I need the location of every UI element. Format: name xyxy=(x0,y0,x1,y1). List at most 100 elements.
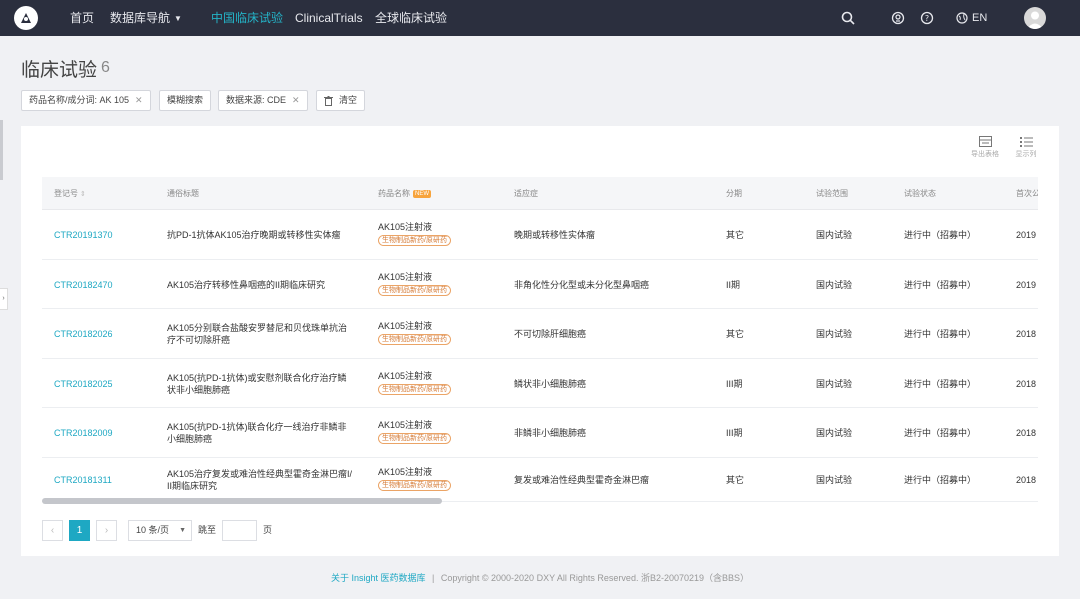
top-nav: 首页 数据库导航 ▼ 中国临床试验 ClinicalTrials 全球临床试验 ?… xyxy=(0,0,1080,36)
drug-type-tag: 生物制品新药/原研药 xyxy=(378,284,451,296)
side-expand-handle[interactable]: › xyxy=(0,288,8,310)
col-header-indication: 适应症 xyxy=(514,189,538,198)
trial-title-line: II期临床研究 xyxy=(167,481,218,491)
trial-title-line: 小细胞肺癌 xyxy=(167,434,213,444)
chevron-down-icon: ▼ xyxy=(179,527,186,534)
drug-type-tag: 生物制品新药/原研药 xyxy=(378,383,451,395)
close-icon[interactable]: ✕ xyxy=(292,95,300,105)
filter-chip-drug[interactable]: 药品名称/成分词: AK 105 ✕ xyxy=(21,90,151,111)
filter-source-label: 数据来源: CDE xyxy=(226,95,287,105)
search-icon[interactable] xyxy=(841,11,855,25)
filter-chip-fuzzy[interactable]: 模糊搜索 xyxy=(159,90,212,111)
drug-name: AK105注射液 xyxy=(378,321,433,331)
about-link[interactable]: 关于 Insight 医药数据库 xyxy=(331,573,426,583)
table-row[interactable]: CTR20181311 AK105治疗复发或难治性经典型霍奇金淋巴瘤I/II期临床… xyxy=(42,458,1038,502)
clear-filters-button[interactable]: 清空 xyxy=(316,90,366,111)
trash-icon xyxy=(324,95,333,106)
trial-status: 进行中（招募中） xyxy=(904,230,977,240)
filter-drug-label: 药品名称/成分词: AK 105 xyxy=(29,95,130,105)
drug-cell: AK105注射液生物制品新药/原研药 xyxy=(378,272,451,296)
indication: 复发或难治性经典型霍奇金淋巴瘤 xyxy=(514,475,650,485)
drug-name: AK105注射液 xyxy=(378,271,433,282)
nav-clinicaltrials[interactable]: ClinicalTrials xyxy=(295,0,363,36)
trial-scope: 国内试验 xyxy=(816,329,853,339)
trial-title-line: 疗不可切除肝癌 xyxy=(167,335,231,345)
phase: 其它 xyxy=(726,475,745,485)
col-header-status: 试验状态 xyxy=(904,189,936,198)
nav-database-label: 数据库导航 xyxy=(110,11,171,25)
drug-cell: AK105注射液 生物制品新药/原研药 xyxy=(378,222,451,246)
help-icon[interactable]: ? xyxy=(920,11,934,25)
goto-page-input[interactable] xyxy=(222,520,257,541)
nav-home[interactable]: 首页 xyxy=(70,0,94,36)
prev-page-button[interactable]: ‹ xyxy=(42,520,63,541)
sort-icon[interactable]: ⇕ xyxy=(80,191,86,198)
new-badge: NEW xyxy=(413,189,431,198)
dxy-logo-icon[interactable] xyxy=(14,6,38,30)
phase: 其它 xyxy=(726,329,745,339)
trial-status: 进行中（招募中） xyxy=(904,428,977,438)
col-header-scope: 试验范围 xyxy=(816,189,848,198)
nav-database[interactable]: 数据库导航 ▼ xyxy=(110,0,182,36)
trial-scope: 国内试验 xyxy=(816,428,853,438)
trial-status: 进行中（招募中） xyxy=(904,475,977,485)
page-size-value: 10 条/页 xyxy=(136,525,170,535)
drug-cell: AK105注射液 生物制品新药/原研药 xyxy=(378,420,451,444)
results-card: 导出表格 显示列 登记号 ⇕ 通俗标题 药品名称 NEW 适应症 分期 试验范围 试… xyxy=(21,126,1059,556)
export-table-button[interactable]: 导出表格 xyxy=(967,136,1003,159)
trial-id-link[interactable]: CTR20191370 xyxy=(54,229,113,241)
indication: 鳞状非小细胞肺癌 xyxy=(514,378,587,389)
nav-cn-trials[interactable]: 中国临床试验 xyxy=(211,0,283,36)
results-table: 登记号 ⇕ 通俗标题 药品名称 NEW 适应症 分期 试验范围 试验状态 首次公 C… xyxy=(42,177,1038,507)
drug-name: AK105注射液 xyxy=(378,467,433,477)
svg-text:?: ? xyxy=(925,14,929,23)
page-1-button[interactable]: 1 xyxy=(69,520,90,541)
trial-id-link[interactable]: CTR20182470 xyxy=(54,279,113,291)
language-label: EN xyxy=(972,12,988,24)
trial-id-link[interactable]: CTR20182009 xyxy=(54,427,113,439)
indication: 晚期或转移性实体瘤 xyxy=(514,230,596,240)
close-icon[interactable]: ✕ xyxy=(135,95,143,105)
indication: 非鳞非小细胞肺癌 xyxy=(514,428,587,438)
trial-id-link[interactable]: CTR20182026 xyxy=(54,328,113,340)
phase: III期 xyxy=(726,428,743,438)
trial-id-link[interactable]: CTR20181311 xyxy=(54,474,112,486)
notification-icon[interactable] xyxy=(891,11,905,25)
trial-title-line: 状非小细胞肺癌 xyxy=(167,384,231,395)
trial-scope: 国内试验 xyxy=(816,475,853,485)
export-label: 导出表格 xyxy=(971,151,999,158)
show-columns-button[interactable]: 显示列 xyxy=(1008,136,1044,159)
drug-type-tag: 生物制品新药/原研药 xyxy=(378,235,451,246)
filter-chip-source[interactable]: 数据来源: CDE ✕ xyxy=(218,90,308,111)
col-header-phase: 分期 xyxy=(726,189,742,198)
trial-title: AK105治疗转移性鼻咽癌的II期临床研究 xyxy=(167,279,325,291)
trial-title: AK105(抗PD-1抗体)或安慰剂联合化疗治疗鳞 状非小细胞肺癌 xyxy=(167,372,347,396)
table-row[interactable]: CTR20182026 AK105分别联合盐酸安罗替尼和贝伐珠单抗治 疗不可切除肝癌… xyxy=(42,309,1038,359)
language-switch[interactable]: EN xyxy=(956,0,987,36)
avatar[interactable] xyxy=(1024,7,1046,29)
page-title: 临床试验 xyxy=(21,60,98,81)
col-header-id[interactable]: 登记号 ⇕ xyxy=(54,177,86,210)
trial-id-link[interactable]: CTR20182025 xyxy=(54,378,113,390)
trial-title-line: AK105(抗PD-1抗体)或安慰剂联合化疗治疗鳞 xyxy=(167,372,347,383)
export-icon xyxy=(978,136,992,147)
trial-title: AK105分别联合盐酸安罗替尼和贝伐珠单抗治 疗不可切除肝癌 xyxy=(167,322,347,346)
trial-title-line: AK105治疗转移性鼻咽癌的II期临床研究 xyxy=(167,279,326,290)
first-published-date: 2018 xyxy=(1016,378,1037,389)
page-size-select[interactable]: 10 条/页 ▼ xyxy=(128,520,192,541)
footer-separator: | xyxy=(432,573,435,583)
table-row[interactable]: CTR20191370 抗PD-1抗体AK105治疗晚期或转移性实体瘤 AK105注… xyxy=(42,210,1038,260)
table-row[interactable]: CTR20182009 AK105(抗PD-1抗体)联合化疗一线治疗非鳞非 小细胞肺… xyxy=(42,408,1038,458)
phase: 其它 xyxy=(726,230,745,240)
trial-status: 进行中（招募中） xyxy=(904,329,977,339)
trial-title-line: AK105治疗复发或难治性经典型霍奇金淋巴瘤I/ xyxy=(167,469,353,479)
table-row[interactable]: CTR20182470 AK105治疗转移性鼻咽癌的II期临床研究 AK105注射液… xyxy=(42,260,1038,309)
trial-scope: 国内试验 xyxy=(816,378,853,389)
horizontal-scrollbar[interactable] xyxy=(42,498,442,504)
left-scroll-indicator xyxy=(0,120,3,180)
first-published-date: 2018 xyxy=(1016,428,1037,438)
nav-global-trials[interactable]: 全球临床试验 xyxy=(375,0,447,36)
table-row[interactable]: CTR20182025 AK105(抗PD-1抗体)或安慰剂联合化疗治疗鳞 状非小细… xyxy=(42,359,1038,408)
next-page-button[interactable]: › xyxy=(96,520,117,541)
trial-status: 进行中（招募中） xyxy=(904,279,977,290)
